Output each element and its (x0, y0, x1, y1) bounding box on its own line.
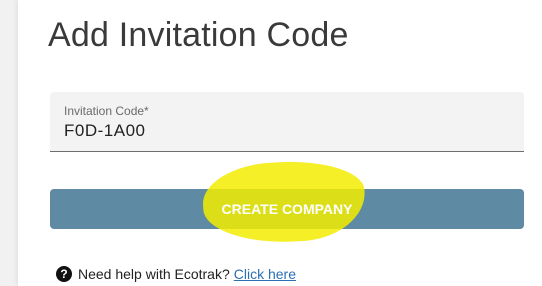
invitation-code-input[interactable] (64, 121, 504, 141)
question-circle-icon: ? (56, 266, 72, 282)
invitation-code-label: Invitation Code* (64, 104, 149, 118)
help-link[interactable]: Click here (234, 266, 296, 282)
create-company-label: CREATE COMPANY (221, 201, 353, 217)
invitation-code-field[interactable]: Invitation Code* (50, 92, 524, 152)
help-text: Need help with Ecotrak? (78, 266, 230, 282)
help-row: ? Need help with Ecotrak? Click here (56, 266, 296, 282)
page-title: Add Invitation Code (48, 16, 349, 54)
create-company-button[interactable]: CREATE COMPANY (50, 157, 524, 247)
